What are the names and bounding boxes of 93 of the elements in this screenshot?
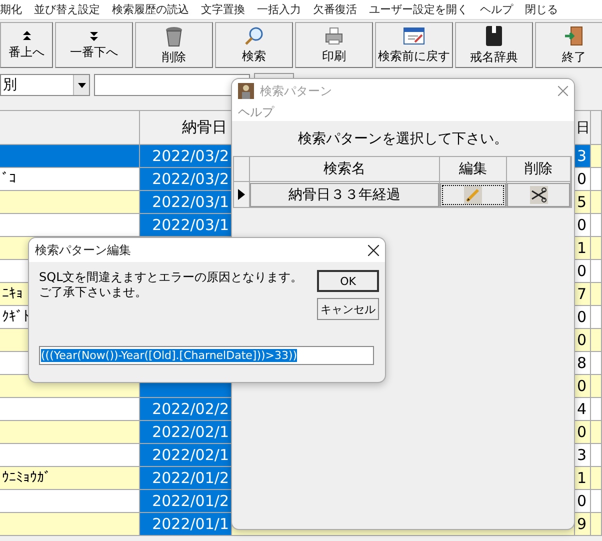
- cancel-button[interactable]: キャンセル: [317, 298, 379, 320]
- window-title: 検索パターン: [260, 82, 332, 100]
- table-cell: [591, 168, 602, 191]
- toolbar-button[interactable]: 検索: [215, 22, 293, 68]
- table-cell: [591, 214, 602, 237]
- figure-icon: [238, 83, 254, 99]
- table-cell: [591, 513, 602, 536]
- prompt-text: 検索パターンを選択して下さい。: [297, 130, 509, 148]
- table-cell: 0: [575, 214, 591, 237]
- menu-item[interactable]: ヘルプ: [480, 2, 522, 17]
- column-header: 日: [575, 110, 591, 145]
- book-icon: [485, 24, 503, 46]
- sql-input-field[interactable]: (((Year(Now())-Year([Old].[CharnelDate]))>33)): [39, 346, 374, 365]
- column-header: 納骨日: [140, 110, 232, 145]
- table-cell: 0: [575, 329, 591, 352]
- window-title: 検索パターン編集: [35, 242, 131, 258]
- table-cell: [591, 237, 602, 260]
- printer-icon: [324, 26, 344, 46]
- table-cell: 8: [575, 352, 591, 375]
- double-up-arrow-icon: [20, 30, 32, 42]
- toolbar-button[interactable]: 戒名辞典: [455, 22, 533, 68]
- pattern-name-button[interactable]: 納骨日３３年経過: [250, 182, 439, 206]
- ok-button[interactable]: OK: [317, 270, 379, 292]
- dropdown-arrow-icon: [78, 82, 86, 88]
- dropdown[interactable]: 別: [0, 74, 90, 96]
- menu-item[interactable]: 閉じる: [525, 2, 567, 17]
- toolbar-button[interactable]: 終了: [535, 22, 602, 68]
- window-pen-icon: [403, 26, 425, 46]
- menu-item[interactable]: 検索履歴の読込: [112, 2, 198, 17]
- menu-item[interactable]: 並び替え設定: [34, 2, 109, 17]
- table-cell: 1: [575, 237, 591, 260]
- table-cell: [591, 191, 602, 214]
- table-cell: [591, 306, 602, 329]
- table-cell: [591, 260, 602, 283]
- table-cell: 3: [575, 444, 591, 467]
- table-cell: 1: [575, 467, 591, 490]
- edit-button[interactable]: [440, 182, 506, 206]
- scissors-icon: [530, 186, 548, 204]
- table-cell: 4: [575, 398, 591, 421]
- toolbar-button[interactable]: 印刷: [295, 22, 373, 68]
- table-cell: 7: [575, 283, 591, 306]
- table-cell: 2022/02/1: [140, 444, 232, 467]
- menu-item[interactable]: ユーザー設定を開く: [369, 2, 477, 17]
- table-cell: 0: [575, 260, 591, 283]
- table-cell: 2022/03/2: [140, 145, 232, 168]
- table-cell: ﾞｺ: [0, 168, 140, 191]
- table-cell: ｳﾆﾐｮｳｶﾞ: [0, 467, 140, 490]
- table-cell: [591, 490, 602, 513]
- table-cell: [591, 444, 602, 467]
- table-cell: 2022/02/1: [140, 421, 232, 444]
- table-cell: [591, 421, 602, 444]
- table-cell: [591, 283, 602, 306]
- table-cell: [591, 467, 602, 490]
- table-cell: 2022/03/2: [140, 168, 232, 191]
- table-cell: 0: [575, 168, 591, 191]
- table-cell: 0: [575, 421, 591, 444]
- table-cell: 2022/01/2: [140, 467, 232, 490]
- trash-can-icon: [163, 24, 185, 46]
- double-down-arrow-icon: [88, 30, 100, 42]
- table-cell: 5: [575, 191, 591, 214]
- table-cell: [591, 375, 602, 398]
- table-cell: 0: [575, 490, 591, 513]
- table-cell: 2022/01/2: [140, 490, 232, 513]
- table-cell: 2022/02/2: [140, 398, 232, 421]
- toolbar-button[interactable]: 一番下へ: [55, 22, 133, 68]
- column-header: 検索名: [250, 157, 440, 182]
- menu-item[interactable]: 期化: [0, 2, 31, 17]
- magnifier-icon: [244, 26, 264, 46]
- menu-item[interactable]: 文字置換: [201, 2, 254, 17]
- close-icon[interactable]: [368, 244, 379, 256]
- delete-button[interactable]: [507, 182, 570, 206]
- table-cell: 9: [575, 513, 591, 536]
- table-cell: [591, 329, 602, 352]
- toolbar-button[interactable]: 削除: [135, 22, 213, 68]
- table-cell: [591, 145, 602, 168]
- exit-door-icon: [563, 24, 585, 46]
- table-cell: 2022/03/1: [140, 191, 232, 214]
- table-cell: 0: [575, 375, 591, 398]
- toolbar-button[interactable]: 検索前に戻す: [375, 22, 453, 68]
- toolbar-button[interactable]: 番上へ: [0, 22, 53, 68]
- table-cell: 2022/03/1: [140, 214, 232, 237]
- menu-item[interactable]: ヘルプ: [238, 104, 274, 120]
- table-cell: [591, 398, 602, 421]
- pencil-icon: [464, 186, 482, 204]
- search-field[interactable]: [94, 74, 250, 96]
- table-cell: 2022/01/1: [140, 513, 232, 536]
- column-header: 削除: [507, 157, 571, 182]
- table-cell: [591, 352, 602, 375]
- column-header: 編集: [440, 157, 507, 182]
- menu-item[interactable]: 欠番復活: [313, 2, 366, 17]
- menu-item[interactable]: 一括入力: [257, 2, 310, 17]
- table-cell: 3: [575, 145, 591, 168]
- table-cell: 0: [575, 306, 591, 329]
